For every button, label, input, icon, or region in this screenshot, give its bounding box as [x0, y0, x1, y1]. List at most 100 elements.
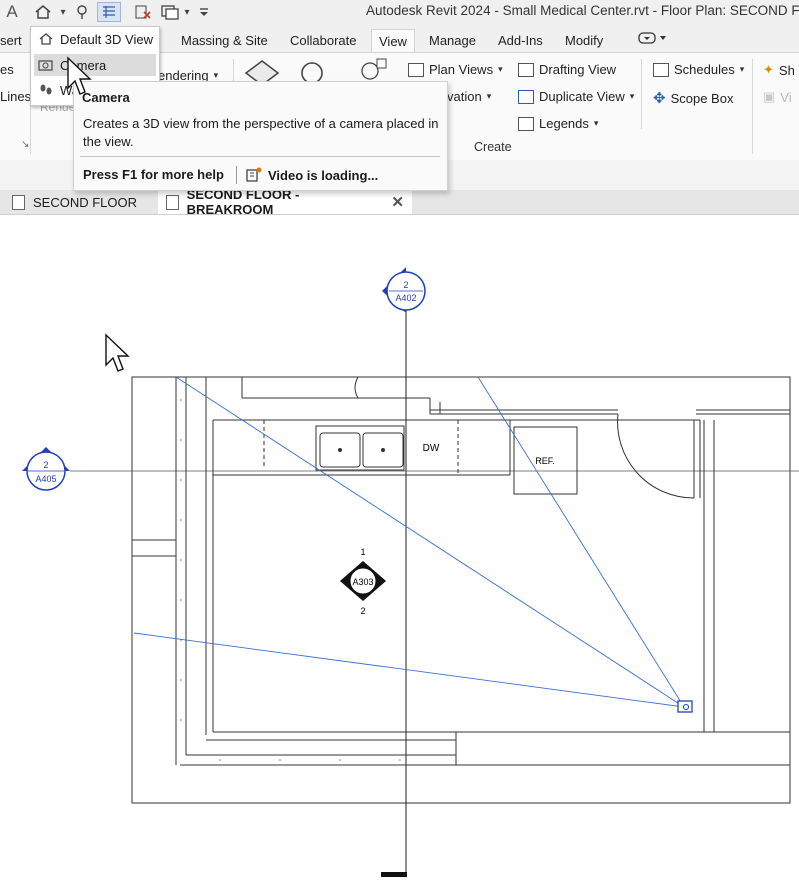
tooltip-help-text: Press F1 for more help: [83, 167, 224, 182]
walkthrough-icon: [40, 84, 52, 95]
elevation-caret-icon: ▾: [486, 91, 492, 101]
customize-qat-icon[interactable]: [196, 2, 212, 22]
switch-windows-caret-icon[interactable]: ▾: [182, 2, 192, 22]
plan-views-icon: [408, 62, 424, 77]
elevation-button[interactable]: vation ▾: [447, 89, 491, 104]
tab-manage[interactable]: Manage: [429, 33, 476, 48]
video-icon: [246, 167, 262, 182]
view-tab-label: SECOND FLOOR: [33, 194, 138, 210]
camera-tooltip: Camera Creates a 3D view from the perspe…: [73, 81, 448, 191]
menu-item-camera[interactable]: Camera: [34, 54, 156, 76]
dropdown-caret-icon[interactable]: ▾: [57, 2, 69, 22]
section-left-number: 2: [43, 460, 48, 470]
menu-item-label: Default 3D View: [60, 31, 153, 47]
rendering-caret-icon: ▾: [213, 70, 219, 80]
section-left-sheet: A405: [35, 474, 56, 484]
refrigerator-label: REF.: [535, 456, 555, 466]
plan-views-label: Plan Views: [429, 62, 494, 77]
menu-item-default-3d-view[interactable]: Default 3D View: [34, 28, 156, 50]
schedules-caret-icon: ▾: [739, 64, 745, 74]
thin-lines-icon[interactable]: [97, 2, 121, 22]
legends-icon: [518, 116, 534, 131]
tooltip-description: Creates a 3D view from the perspective o…: [83, 116, 439, 149]
dishwasher-label: DW: [423, 443, 440, 454]
section-top-number: 2: [403, 280, 408, 290]
crop-region[interactable]: [131, 376, 791, 804]
elevation-marker[interactable]: A303 1 2: [340, 547, 386, 616]
duplicate-view-label: Duplicate View: [539, 89, 625, 104]
section-head-top[interactable]: 2 A402: [382, 267, 426, 313]
floor-plan-icon: [166, 194, 179, 210]
schedules-icon: [653, 62, 669, 77]
mouse-cursor-icon: [67, 56, 92, 95]
view-tab-breakroom[interactable]: SECOND FLOOR - BREAKROOM ✕: [158, 187, 412, 217]
switch-windows-icon[interactable]: [158, 2, 182, 22]
floor-plan-drawing[interactable]: DW REF. A303 1 2 2 A402 2 A405: [0, 215, 799, 884]
elevation-bottom-number: 2: [360, 606, 365, 616]
tab-add-ins[interactable]: Add-Ins: [498, 33, 543, 48]
floor-plan-icon: [12, 194, 25, 210]
drafting-view-icon: [518, 62, 534, 77]
schedules-button[interactable]: Schedules ▾: [653, 62, 744, 77]
legends-button[interactable]: Legends ▾: [518, 116, 598, 131]
tab-view[interactable]: View: [371, 29, 415, 53]
close-hidden-windows-icon[interactable]: [132, 2, 154, 22]
ribbon-fragment-es: es: [0, 62, 14, 77]
scope-box-button[interactable]: ✥ Scope Box: [653, 89, 733, 107]
sheet-fragment-label: Sh: [778, 62, 795, 78]
app-logo[interactable]: A: [2, 2, 22, 22]
ribbon-separator: [752, 59, 753, 154]
elevation-sheet-label: A303: [352, 577, 373, 587]
panel-toggle-icon[interactable]: [636, 31, 668, 48]
section-top-sheet: A402: [395, 293, 416, 303]
tab-insert[interactable]: sert: [0, 33, 22, 48]
duplicate-view-caret-icon: ▾: [629, 91, 635, 101]
legends-label: Legends: [539, 116, 589, 131]
view-fragment-icon: ▣: [763, 89, 776, 104]
elevation-label: vation: [447, 89, 482, 104]
sheet-button[interactable]: ✦ Sh: [763, 62, 795, 78]
view-tab-bar: SECOND FLOOR SECOND FLOOR - BREAKROOM ✕: [0, 187, 799, 217]
view-tab-label: SECOND FLOOR - BREAKROOM: [186, 187, 300, 217]
drafting-view-label: Drafting View: [539, 62, 617, 77]
tooltip-separator: [236, 166, 237, 184]
panel-expand-icon[interactable]: ↘: [21, 139, 29, 150]
camera-icon[interactable]: [677, 700, 693, 713]
camera-icon: [38, 60, 53, 71]
duplicate-view-button[interactable]: Duplicate View ▾: [518, 89, 634, 104]
section-head-left[interactable]: 2 A405: [22, 447, 70, 491]
view-fragment-button: ▣ Vi: [763, 89, 792, 105]
section-line-end: [381, 872, 407, 877]
plan-views-caret-icon: ▾: [498, 64, 503, 74]
duplicate-view-icon: [518, 89, 534, 104]
tab-modify[interactable]: Modify: [565, 33, 603, 48]
drafting-view-button[interactable]: Drafting View: [518, 62, 616, 77]
view-fragment-label: Vi: [780, 89, 792, 105]
measure-icon[interactable]: [72, 2, 92, 22]
drawing-canvas[interactable]: DW REF. A303 1 2 2 A402 2 A405: [0, 215, 799, 884]
ribbon-fragment-lines[interactable]: Lines: [0, 89, 31, 104]
ribbon-separator: [641, 59, 642, 129]
elevation-top-number: 1: [360, 547, 365, 557]
tooltip-video-label: Video is loading...: [268, 167, 379, 183]
plan-views-button[interactable]: Plan Views ▾: [408, 62, 503, 77]
sheet-star-icon: ✦: [763, 62, 774, 77]
tab-massing-site[interactable]: Massing & Site: [181, 33, 268, 48]
window-title: Autodesk Revit 2024 - Small Medical Cent…: [366, 3, 799, 18]
schedules-label: Schedules: [674, 62, 735, 77]
double-sink[interactable]: [315, 425, 405, 471]
camera-view-lines[interactable]: [133, 376, 685, 708]
home-icon[interactable]: [32, 2, 54, 22]
view-tab-second-floor[interactable]: SECOND FLOOR: [4, 190, 154, 214]
close-icon[interactable]: ✕: [391, 193, 404, 211]
canvas-cursor-icon: [105, 333, 130, 372]
house-3d-icon: [39, 33, 53, 45]
tooltip-divider: [80, 156, 440, 157]
scope-box-label: Scope Box: [670, 90, 734, 106]
quick-access-toolbar: A ▾ ▾ Autodesk Revit 2024 - Small Medica…: [0, 0, 799, 26]
tooltip-video: Video is loading...: [246, 167, 378, 183]
tab-collaborate[interactable]: Collaborate: [290, 33, 357, 48]
scope-box-icon: ✥: [653, 90, 666, 107]
create-panel-label: Create: [474, 140, 512, 154]
legends-caret-icon: ▾: [593, 118, 599, 128]
